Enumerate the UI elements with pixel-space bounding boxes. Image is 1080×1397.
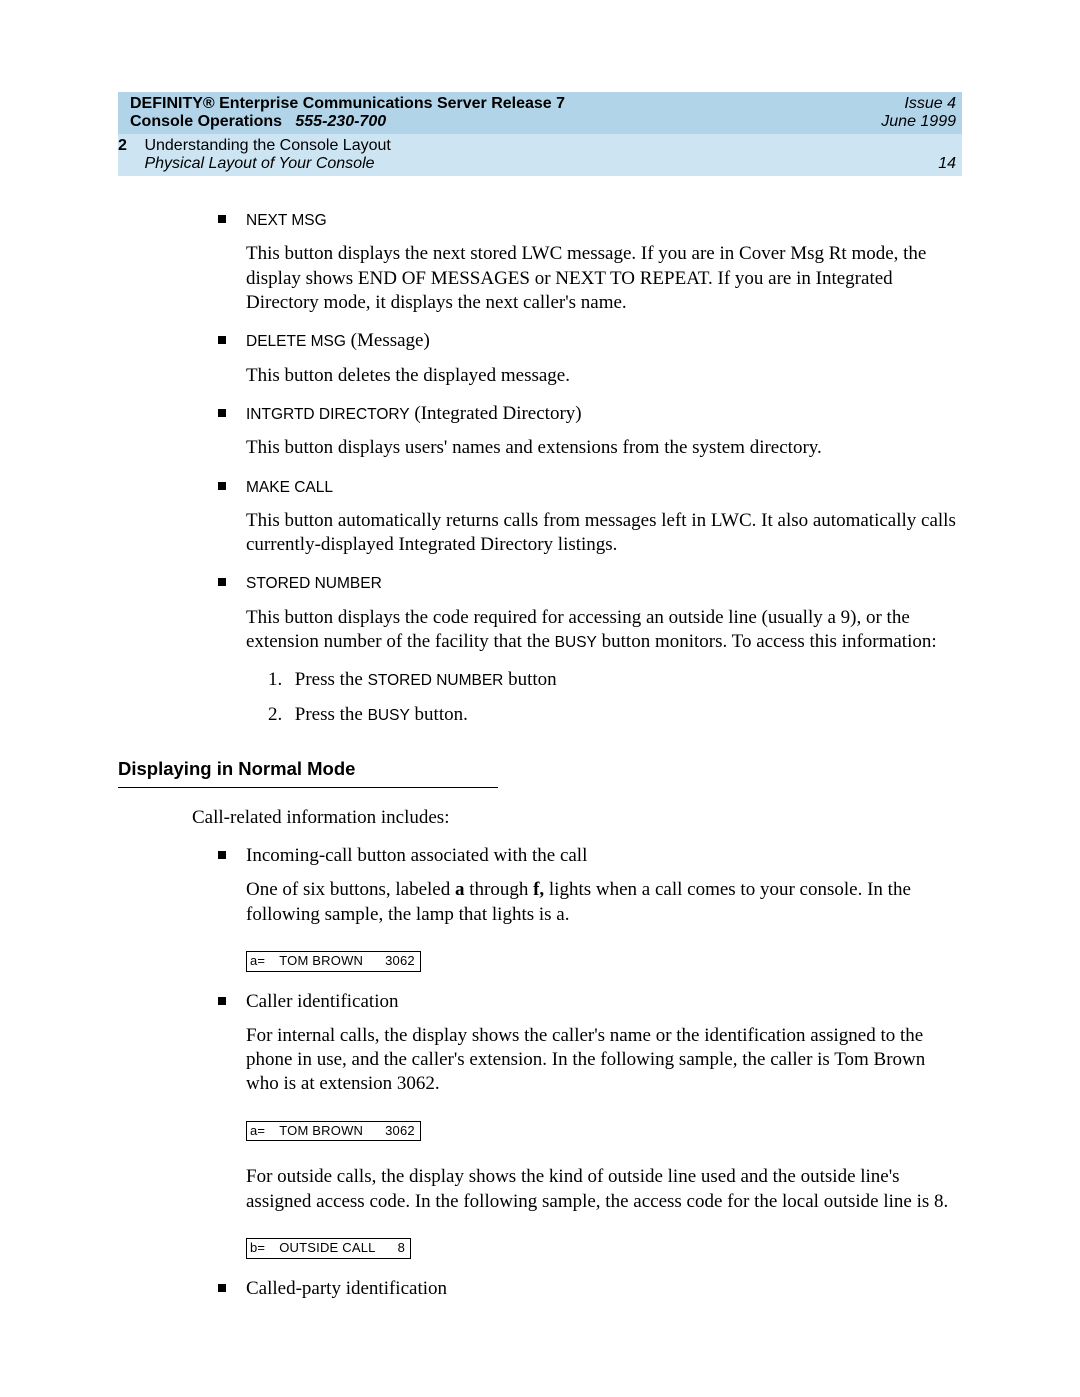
display-prefix: a= [250,1123,265,1138]
page-header: DEFINITY® Enterprise Communications Serv… [118,92,962,176]
definition-list: NEXT MSG This button displays the next st… [218,208,962,727]
term-body: This button deletes the displayed messag… [218,364,962,388]
list-item-body: For internal calls, the display shows th… [218,1024,962,1097]
display-suffix: 3062 [385,1123,415,1138]
display-text: TOM BROWN [279,953,363,968]
step-number: 2. [268,703,290,727]
step-list: 1. Press the STORED NUMBER button 2. Pres… [268,668,962,727]
section-heading: Displaying in Normal Mode [118,757,498,787]
inline-button-name: STORED NUMBER [368,672,504,689]
issue-date: June 1999 [832,113,956,131]
console-display-sample: a= TOM BROWN 3062 [246,951,421,972]
term-body: This button displays the code required f… [218,606,962,655]
chapter-number: 2 [118,137,140,155]
body-content: NEXT MSG This button displays the next st… [118,176,962,1301]
list-item-body: For outside calls, the display shows the… [218,1165,962,1214]
console-display-sample: a= TOM BROWN 3062 [246,1121,421,1142]
term-label: MAKE CALL [246,479,333,496]
list-item-body: One of six buttons, labeled a through f,… [218,878,962,927]
doc-subtitle: Console Operations [130,113,282,130]
term-extra: (Message) [346,330,430,351]
display-suffix: 3062 [385,953,415,968]
section2-list: Incoming-call button associated with the… [218,844,962,1301]
section-intro: Call-related information includes: [192,806,962,830]
list-item: Called-party identification [218,1277,962,1301]
term-label: NEXT MSG [246,212,327,229]
page: DEFINITY® Enterprise Communications Serv… [0,0,1080,1301]
display-prefix: a= [250,953,265,968]
display-suffix: 8 [398,1240,405,1255]
section-rule [118,787,498,788]
display-text: OUTSIDE CALL [279,1240,375,1255]
list-item: Incoming-call button associated with the… [218,844,962,868]
section-title: Physical Layout of Your Console [144,155,374,172]
bullet-term: DELETE MSG (Message) [218,329,962,353]
bullet-term: STORED NUMBER [218,571,962,595]
inline-button-name: BUSY [368,707,410,724]
doc-title: DEFINITY® Enterprise Communications Serv… [130,95,820,113]
term-label: INTGRTD DIRECTORY [246,406,410,423]
term-body: This button displays the next stored LWC… [218,242,962,315]
inline-button-name: BUSY [555,634,597,651]
term-extra: (Integrated Directory) [410,403,582,424]
display-prefix: b= [250,1240,265,1255]
page-number: 14 [938,155,956,172]
term-body: This button automatically returns calls … [218,509,962,558]
issue-label: Issue 4 [832,95,956,113]
bullet-term: INTGRTD DIRECTORY (Integrated Directory) [218,402,962,426]
bullet-term: NEXT MSG [218,208,962,232]
step-item: 1. Press the STORED NUMBER button [268,668,962,692]
term-label: STORED NUMBER [246,575,382,592]
list-item: Caller identification [218,990,962,1014]
console-display-sample: b= OUTSIDE CALL 8 [246,1238,411,1259]
term-label: DELETE MSG [246,333,346,350]
doc-number: 555-230-700 [295,113,386,130]
term-body: This button displays users' names and ex… [218,436,962,460]
step-number: 1. [268,668,290,692]
bullet-term: MAKE CALL [218,475,962,499]
step-item: 2. Press the BUSY button. [268,703,962,727]
chapter-title: Understanding the Console Layout [144,137,390,154]
section-heading-block: Displaying in Normal Mode [118,757,498,788]
display-text: TOM BROWN [279,1123,363,1138]
